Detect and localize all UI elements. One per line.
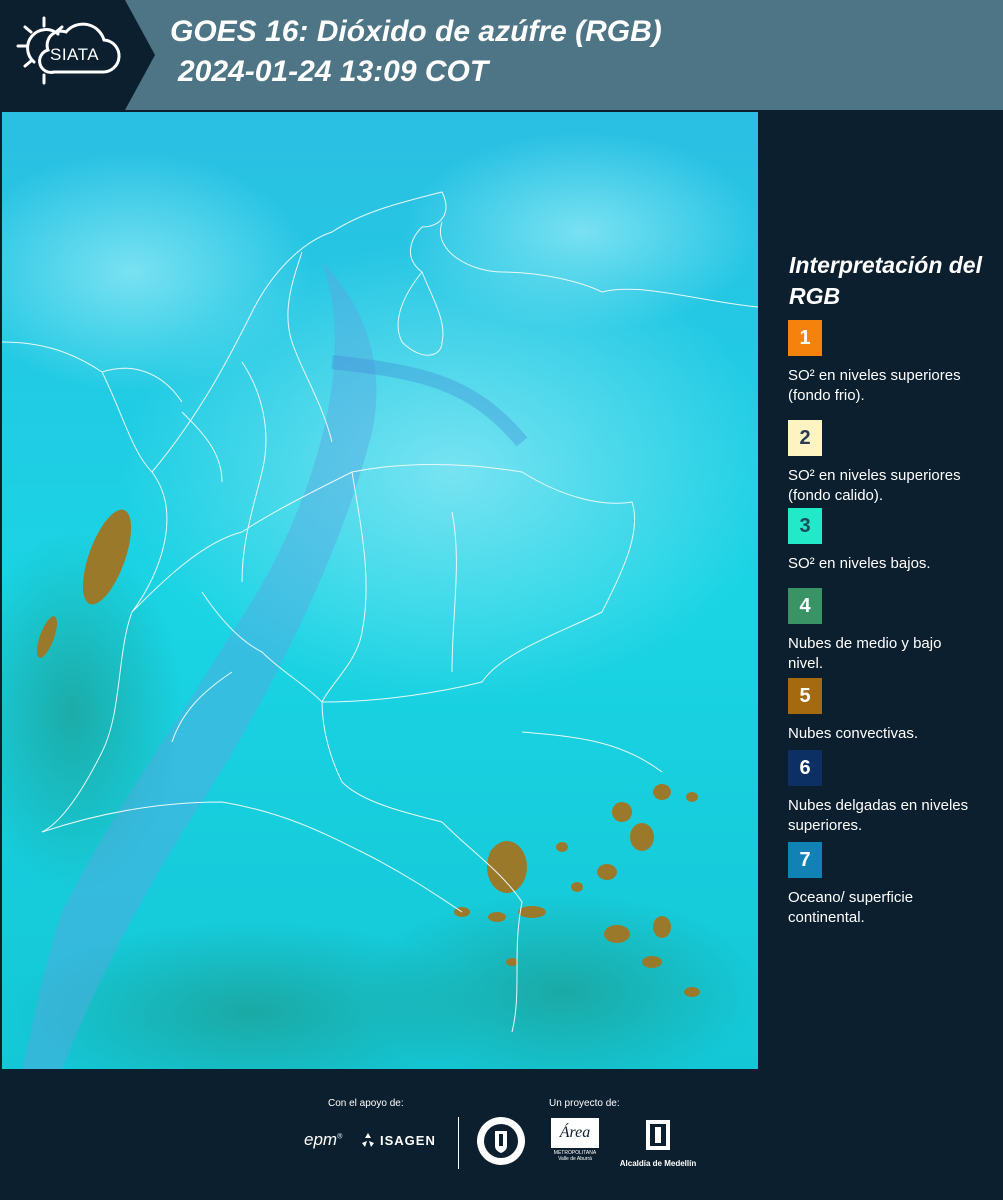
epm-logo-text: epm — [304, 1130, 338, 1149]
legend-swatch: 5 — [788, 678, 822, 714]
epm-logo: epm® — [304, 1130, 343, 1149]
legend-item: 6 Nubes delgadas en niveles superiores. — [788, 750, 988, 836]
legend-item: 5 Nubes convectivas. — [788, 678, 988, 744]
area-logo-text: Área — [551, 1118, 599, 1148]
legend-swatch: 4 — [788, 588, 822, 624]
legend-item: 1 SO² en niveles superiores (fondo frio). — [788, 320, 988, 406]
siata-logo-text: SIATA — [50, 45, 100, 64]
footer: Con el apoyo de: Un proyecto de: epm® IS… — [0, 1070, 1003, 1200]
footer-divider — [458, 1117, 459, 1169]
legend-swatch: 6 — [788, 750, 822, 786]
legend-item: 2 SO² en niveles superiores (fondo calido… — [788, 420, 988, 506]
legend-description: Nubes convectivas. — [788, 725, 919, 742]
support-label: Con el apoyo de: — [328, 1098, 404, 1109]
legend-item: 7 Oceano/ superficie continental. — [788, 842, 988, 928]
legend-description: Oceano/ superficie continental. — [788, 889, 914, 926]
satellite-map[interactable] — [2, 112, 758, 1069]
legend-swatch: 3 — [788, 508, 822, 544]
header-bar: SIATA GOES 16: Dióxido de azúfre (RGB) 2… — [0, 0, 1003, 110]
alcaldia-logo: Alcaldía de Medellín — [612, 1118, 704, 1170]
legend-description: Nubes de medio y bajo nivel. — [788, 635, 942, 672]
siata-logo: SIATA — [0, 0, 155, 110]
area-metropolitana-logo: Área METROPOLITANA Valle de Aburrá — [551, 1118, 599, 1170]
area-logo-subtitle2: Valle de Aburrá — [558, 1156, 592, 1162]
medellin-seal-icon — [477, 1117, 525, 1165]
isagen-icon — [362, 1133, 374, 1147]
legend-description: SO² en niveles superiores (fondo frio). — [788, 367, 961, 404]
legend-description: SO² en niveles superiores (fondo calido)… — [788, 467, 961, 504]
legend-item: 4 Nubes de medio y bajo nivel. — [788, 588, 988, 674]
legend-description: SO² en niveles bajos. — [788, 555, 931, 572]
alcaldia-logo-text: Alcaldía de Medellín — [619, 1159, 697, 1168]
medellin-seal — [476, 1116, 526, 1166]
satellite-map-svg — [2, 112, 758, 1069]
legend-swatch: 7 — [788, 842, 822, 878]
legend-title: Interpretación del RGB — [789, 252, 982, 309]
legend-swatch: 1 — [788, 320, 822, 356]
page-title: GOES 16: Dióxido de azúfre (RGB) — [170, 15, 662, 48]
legend-item: 3 SO² en niveles bajos. — [788, 508, 988, 574]
isagen-logo: ISAGEN — [360, 1132, 436, 1148]
legend-swatch: 2 — [788, 420, 822, 456]
legend-panel: Interpretación del RGB 1 SO² en niveles s… — [772, 110, 1003, 1070]
page-subtitle-datetime: 2024-01-24 13:09 COT — [178, 55, 489, 88]
alcaldia-shield-icon — [646, 1120, 670, 1150]
isagen-logo-text: ISAGEN — [380, 1132, 436, 1148]
project-label: Un proyecto de: — [549, 1098, 620, 1109]
legend-description: Nubes delgadas en niveles superiores. — [788, 797, 969, 834]
